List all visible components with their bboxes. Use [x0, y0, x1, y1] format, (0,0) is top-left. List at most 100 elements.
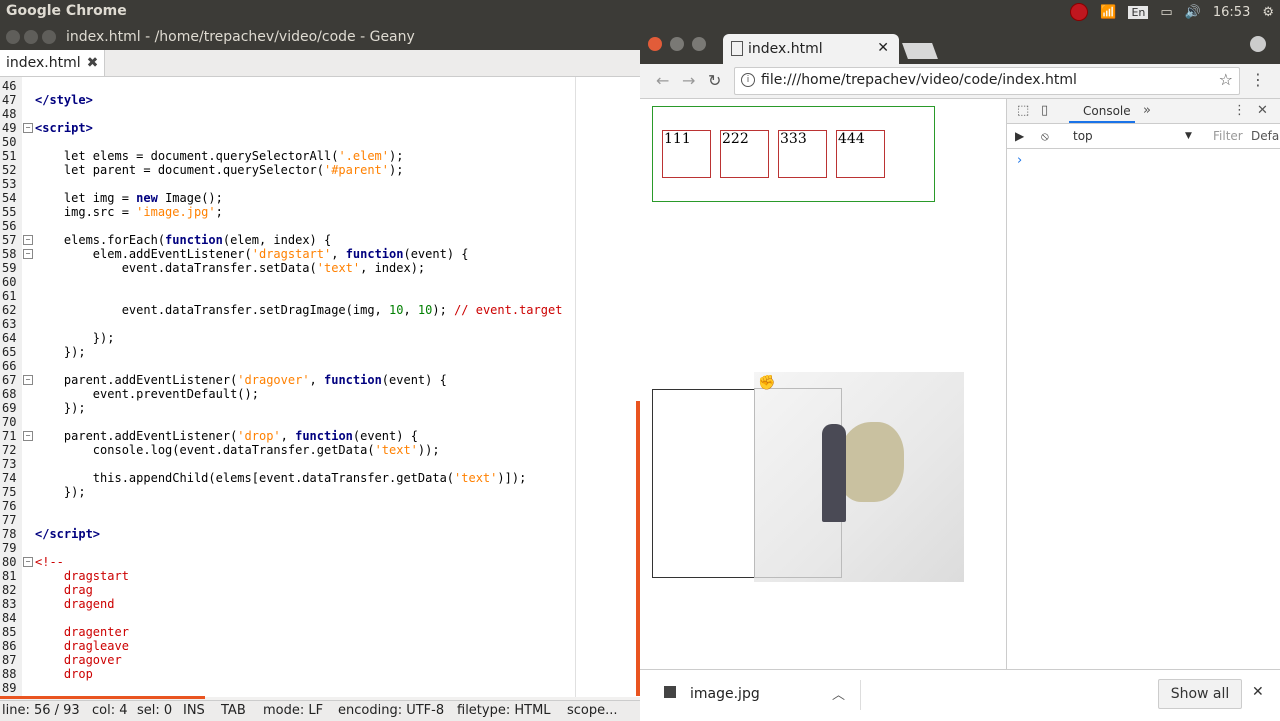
download-filename[interactable]: image.jpg — [690, 686, 760, 702]
code-line[interactable]: 76 — [0, 499, 640, 513]
sidebar-toggle-icon[interactable]: ▶ — [1015, 129, 1024, 143]
code-line[interactable]: 49− <script> — [0, 121, 640, 135]
code-editor[interactable]: 46 47 </style> 48 49− <script> 50 51 let elems … — [0, 77, 640, 697]
code-line[interactable]: 61 — [0, 289, 640, 303]
profile-icon[interactable] — [1250, 36, 1266, 52]
code-line[interactable]: 59 event.dataTransfer.setData('text', in… — [0, 261, 640, 275]
inspect-element-icon[interactable]: ⬚ — [1017, 103, 1029, 118]
fold-toggle-icon[interactable]: − — [23, 375, 33, 385]
chevron-up-icon[interactable]: ︿ — [832, 684, 845, 703]
device-toolbar-icon[interactable]: ▯ — [1041, 103, 1048, 118]
code-line[interactable]: 88 drop — [0, 667, 640, 681]
keyboard-layout-indicator[interactable]: En — [1128, 5, 1149, 19]
code-line[interactable]: 46 — [0, 79, 640, 93]
code-line[interactable]: 84 — [0, 611, 640, 625]
maximize-window-button[interactable] — [42, 30, 56, 44]
code-line[interactable]: 55 img.src = 'image.jpg'; — [0, 205, 640, 219]
code-line[interactable]: 79 — [0, 541, 640, 555]
fold-toggle-icon[interactable]: − — [23, 431, 33, 441]
code-line[interactable]: 56 — [0, 219, 640, 233]
code-line[interactable]: 48 — [0, 107, 640, 121]
code-line[interactable]: 74 this.appendChild(elems[event.dataTran… — [0, 471, 640, 485]
code-line[interactable]: 47 </style> — [0, 93, 640, 107]
clock[interactable]: 16:53 — [1213, 5, 1250, 20]
code-line[interactable]: 71− parent.addEventListener('drop', func… — [0, 429, 640, 443]
reload-icon[interactable]: ↻ — [708, 71, 721, 90]
bookmark-star-icon[interactable]: ☆ — [1219, 70, 1233, 89]
code-line[interactable]: 83 dragend — [0, 597, 640, 611]
forward-arrow-icon[interactable]: → — [682, 71, 695, 90]
code-line[interactable]: 62 event.dataTransfer.setDragImage(img, … — [0, 303, 640, 317]
drag-elem-1[interactable]: 111 — [662, 130, 711, 178]
volume-icon[interactable]: 🔊 — [1185, 5, 1201, 20]
chrome-menu-icon[interactable]: ⋮ — [1250, 70, 1266, 89]
close-tab-icon[interactable]: ✕ — [877, 40, 889, 56]
code-line[interactable]: 53 — [0, 177, 640, 191]
code-line[interactable]: 57− elems.forEach(function(elem, index) … — [0, 233, 640, 247]
chrome-close-button[interactable] — [648, 37, 662, 51]
url-text[interactable]: file:///home/trepachev/video/code/index.… — [761, 72, 1077, 88]
code-line[interactable]: 89 — [0, 681, 640, 695]
code-line[interactable]: 60 — [0, 275, 640, 289]
console-prompt-icon[interactable]: › — [1017, 153, 1022, 168]
fold-toggle-icon[interactable]: − — [23, 235, 33, 245]
code-line[interactable]: 64 }); — [0, 331, 640, 345]
code-line[interactable]: 68 event.preventDefault(); — [0, 387, 640, 401]
code-line[interactable]: 66 — [0, 359, 640, 373]
chevron-down-icon[interactable]: ▼ — [1185, 131, 1192, 141]
new-tab-button[interactable] — [902, 43, 938, 59]
chrome-maximize-button[interactable] — [692, 37, 706, 51]
code-line[interactable]: 58− elem.addEventListener('dragstart', f… — [0, 247, 640, 261]
drag-elem-3[interactable]: 333 — [778, 130, 827, 178]
wifi-icon[interactable]: 📶 — [1100, 5, 1116, 20]
code-line[interactable]: 65 }); — [0, 345, 640, 359]
code-line[interactable]: 50 — [0, 135, 640, 149]
code-line[interactable]: 54 let img = new Image(); — [0, 191, 640, 205]
record-icon[interactable] — [1070, 3, 1089, 21]
more-tabs-icon[interactable]: » — [1143, 103, 1151, 118]
editor-tab-index-html[interactable]: index.html ✖ — [0, 50, 106, 76]
back-arrow-icon[interactable]: ← — [656, 71, 669, 90]
code-line[interactable]: 51 let elems = document.querySelectorAll… — [0, 149, 640, 163]
code-line[interactable]: 85 dragenter — [0, 625, 640, 639]
code-line[interactable]: 72 console.log(event.dataTransfer.getDat… — [0, 443, 640, 457]
drag-elem-2[interactable]: 222 — [720, 130, 769, 178]
info-icon[interactable]: i — [741, 73, 755, 87]
log-levels-select[interactable]: Defa — [1251, 129, 1279, 143]
code-line[interactable]: 73 — [0, 457, 640, 471]
code-line[interactable]: 80− <!-- — [0, 555, 640, 569]
battery-icon[interactable]: ▭ — [1160, 5, 1172, 20]
chrome-minimize-button[interactable] — [670, 37, 684, 51]
fold-toggle-icon[interactable]: − — [23, 249, 33, 259]
close-shelf-icon[interactable]: ✕ — [1252, 684, 1264, 700]
code-line[interactable]: 78 </script> — [0, 527, 640, 541]
code-line[interactable]: 82 drag — [0, 583, 640, 597]
browser-tab[interactable]: index.html ✕ — [723, 34, 899, 64]
settings-gear-icon[interactable]: ⚙ — [1262, 5, 1274, 20]
code-line[interactable]: 69 }); — [0, 401, 640, 415]
code-line[interactable]: 67− parent.addEventListener('dragover', … — [0, 373, 640, 387]
close-tab-icon[interactable]: ✖ — [87, 55, 99, 71]
address-bar[interactable]: i file:///home/trepachev/video/code/inde… — [734, 67, 1240, 95]
fold-toggle-icon[interactable]: − — [23, 123, 33, 133]
context-select[interactable]: top — [1073, 129, 1093, 143]
fold-toggle-icon[interactable]: − — [23, 557, 33, 567]
devtools-menu-icon[interactable]: ⋮ — [1233, 103, 1246, 118]
code-line[interactable]: 63 — [0, 317, 640, 331]
code-line[interactable]: 70 — [0, 415, 640, 429]
code-line[interactable]: 87 dragover — [0, 653, 640, 667]
minimize-window-button[interactable] — [24, 30, 38, 44]
code-line[interactable]: 77 — [0, 513, 640, 527]
drag-elem-4[interactable]: 444 — [836, 130, 885, 178]
close-devtools-icon[interactable]: ✕ — [1257, 103, 1268, 118]
clear-console-icon[interactable]: ⦸ — [1041, 129, 1049, 144]
code-line[interactable]: 86 dragleave — [0, 639, 640, 653]
parent-container[interactable]: 111 222 333 444 — [652, 106, 935, 202]
tab-console[interactable]: Console — [1083, 104, 1131, 118]
code-line[interactable]: 52 let parent = document.querySelector('… — [0, 163, 640, 177]
show-all-button[interactable]: Show all — [1158, 679, 1242, 709]
code-line[interactable]: 75 }); — [0, 485, 640, 499]
code-line[interactable]: 81 dragstart — [0, 569, 640, 583]
close-window-button[interactable] — [6, 30, 20, 44]
filter-input[interactable]: Filter — [1213, 129, 1243, 143]
